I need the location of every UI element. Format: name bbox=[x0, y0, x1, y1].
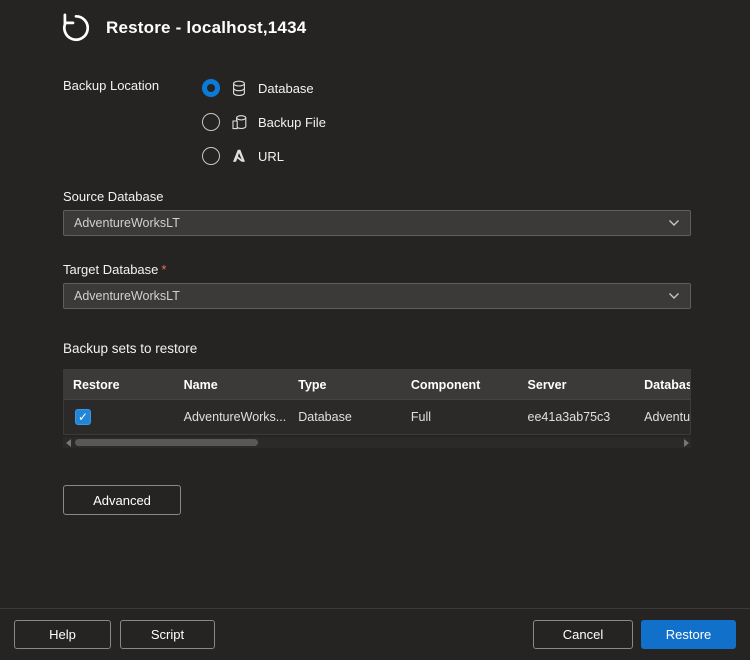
radio-option-url[interactable]: URL bbox=[202, 139, 326, 173]
source-database-label: Source Database bbox=[63, 189, 163, 204]
advanced-button[interactable]: Advanced bbox=[63, 485, 181, 515]
horizontal-scrollbar[interactable] bbox=[63, 437, 691, 448]
cell-database: Adventu... bbox=[635, 410, 690, 424]
radio-option-database[interactable]: Database bbox=[202, 71, 326, 105]
cell-server: ee41a3ab75c3 bbox=[519, 410, 636, 424]
backup-location-radio-group: Database Backup File URL bbox=[202, 71, 326, 173]
cell-type: Database bbox=[289, 410, 402, 424]
radio-option-backup-file[interactable]: Backup File bbox=[202, 105, 326, 139]
column-header-server[interactable]: Server bbox=[519, 378, 636, 392]
dialog-header: Restore - localhost,1434 bbox=[58, 10, 306, 46]
restore-icon bbox=[58, 10, 94, 46]
backup-sets-table: Restore Name Type Component Server Datab… bbox=[63, 369, 691, 435]
backup-location-label: Backup Location bbox=[63, 78, 159, 93]
backup-sets-label: Backup sets to restore bbox=[63, 341, 197, 356]
radio-label-url: URL bbox=[258, 149, 284, 164]
column-header-type[interactable]: Type bbox=[289, 378, 402, 392]
scroll-right-arrow[interactable] bbox=[681, 437, 691, 448]
scrollbar-thumb[interactable] bbox=[75, 439, 258, 446]
chevron-down-icon bbox=[668, 219, 680, 227]
scroll-left-arrow[interactable] bbox=[63, 437, 73, 448]
column-header-database[interactable]: Database bbox=[635, 378, 690, 392]
dialog-title: Restore - localhost,1434 bbox=[106, 18, 306, 38]
help-button[interactable]: Help bbox=[14, 620, 111, 649]
azure-url-icon bbox=[230, 147, 248, 165]
table-row[interactable]: ✓ AdventureWorks... Database Full ee41a3… bbox=[64, 399, 690, 435]
scrollbar-track[interactable] bbox=[73, 437, 681, 448]
target-database-label: Target Database* bbox=[63, 262, 166, 277]
radio-label-database: Database bbox=[258, 81, 314, 96]
database-icon bbox=[230, 79, 248, 97]
restore-button[interactable]: Restore bbox=[641, 620, 736, 649]
required-marker: * bbox=[161, 262, 166, 277]
footer-divider bbox=[0, 608, 750, 609]
cancel-button[interactable]: Cancel bbox=[533, 620, 633, 649]
column-header-component[interactable]: Component bbox=[402, 378, 519, 392]
restore-dialog: Restore - localhost,1434 Backup Location… bbox=[0, 0, 750, 660]
target-database-dropdown[interactable]: AdventureWorksLT bbox=[63, 283, 691, 309]
radio-label-backup-file: Backup File bbox=[258, 115, 326, 130]
backup-file-icon bbox=[230, 113, 248, 131]
chevron-down-icon bbox=[668, 292, 680, 300]
source-database-dropdown[interactable]: AdventureWorksLT bbox=[63, 210, 691, 236]
radio-button-database[interactable] bbox=[202, 79, 220, 97]
cell-name: AdventureWorks... bbox=[175, 410, 290, 424]
target-database-value: AdventureWorksLT bbox=[74, 289, 668, 303]
script-button[interactable]: Script bbox=[120, 620, 215, 649]
restore-checkbox[interactable]: ✓ bbox=[75, 409, 91, 425]
column-header-restore[interactable]: Restore bbox=[64, 378, 175, 392]
table-header-row: Restore Name Type Component Server Datab… bbox=[64, 370, 690, 399]
cell-component: Full bbox=[402, 410, 519, 424]
radio-button-url[interactable] bbox=[202, 147, 220, 165]
source-database-value: AdventureWorksLT bbox=[74, 216, 668, 230]
column-header-name[interactable]: Name bbox=[175, 378, 290, 392]
radio-button-backup-file[interactable] bbox=[202, 113, 220, 131]
